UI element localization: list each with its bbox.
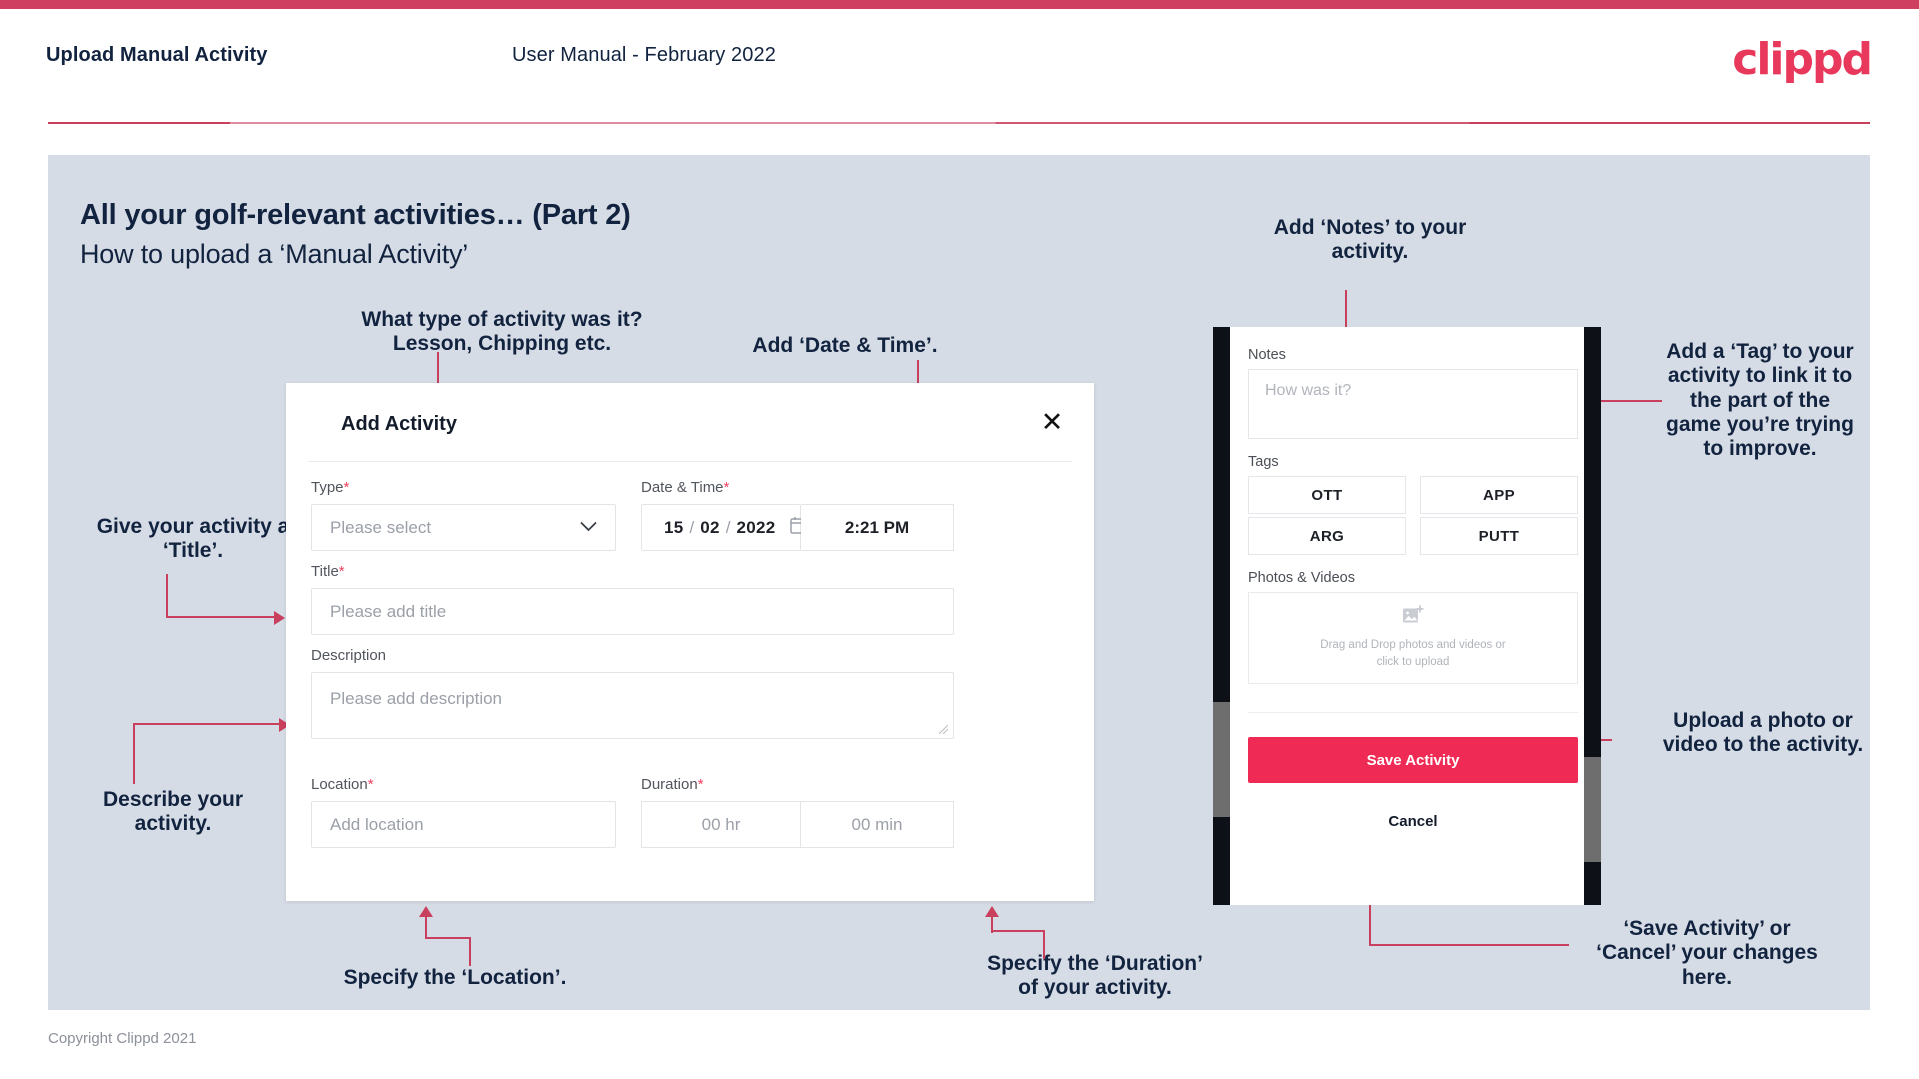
notes-input[interactable]: How was it? — [1248, 369, 1578, 439]
annotation-notes: Add ‘Notes’ to your activity. — [1273, 216, 1467, 264]
connector-title-arrow — [274, 611, 285, 625]
title-required-asterisk: * — [338, 563, 345, 580]
connector-dur-v2 — [991, 917, 993, 933]
connector-loc-v1 — [469, 938, 471, 966]
date-day: 15 — [664, 517, 684, 537]
photo-dropzone[interactable]: Drag and Drop photos and videos or click… — [1248, 592, 1578, 684]
phone-divider — [1248, 712, 1578, 713]
phone-mockup: Notes How was it? Tags OTT APP ARG PUTT … — [1213, 327, 1601, 905]
duration-required-asterisk: * — [697, 776, 704, 793]
connector-dur-v1 — [1043, 931, 1045, 959]
save-activity-button[interactable]: Save Activity — [1248, 737, 1578, 783]
add-image-icon — [1402, 605, 1424, 630]
location-input[interactable]: Add location — [311, 801, 616, 848]
phone-volume-button — [1213, 702, 1230, 817]
annotation-upload: Upload a photo or video to the activity. — [1662, 709, 1864, 757]
tag-ott[interactable]: OTT — [1248, 476, 1406, 514]
title-label-text: Title — [311, 563, 339, 580]
connector-desc-h — [133, 723, 281, 725]
duration-hours-input[interactable]: 00 hr — [641, 801, 801, 848]
date-month: 02 — [700, 517, 720, 537]
dialog-divider — [308, 461, 1072, 462]
dialog-title: Add Activity — [341, 413, 457, 435]
resize-grip-icon[interactable] — [938, 724, 949, 735]
phone-left-edge — [1213, 327, 1230, 905]
datetime-label: Date & Time* — [641, 479, 729, 496]
tag-putt[interactable]: PUTT — [1420, 517, 1578, 555]
header-left-title: Upload Manual Activity — [46, 44, 268, 66]
connector-desc-v — [133, 724, 135, 784]
date-input[interactable]: 15 / 02 / 2022 — [641, 504, 807, 551]
date-sep-1: / — [689, 517, 695, 537]
notes-label: Notes — [1248, 347, 1286, 363]
connector-loc-h — [425, 937, 471, 939]
footer-copyright: Copyright Clippd 2021 — [48, 1030, 197, 1047]
connector-loc-arrow — [419, 906, 433, 917]
close-icon[interactable]: ✕ — [1035, 405, 1069, 439]
add-activity-dialog: Add Activity ✕ Type* Please select Date … — [286, 383, 1094, 901]
annotation-location: Specify the ‘Location’. — [343, 966, 567, 989]
page-title: All your golf-relevant activities… (Part… — [80, 199, 631, 231]
connector-dur-arrow — [985, 906, 999, 917]
chevron-down-icon[interactable] — [580, 520, 597, 535]
cancel-button[interactable]: Cancel — [1248, 807, 1578, 835]
tag-arg[interactable]: ARG — [1248, 517, 1406, 555]
clippd-logo: clippd — [1732, 34, 1873, 85]
type-placeholder: Please select — [330, 517, 432, 537]
title-placeholder: Please add title — [330, 601, 447, 621]
title-input[interactable]: Please add title — [311, 588, 954, 635]
location-label: Location* — [311, 776, 374, 793]
duration-minutes-input[interactable]: 00 min — [801, 801, 954, 848]
date-sep-2: / — [725, 517, 731, 537]
type-select[interactable]: Please select — [311, 504, 616, 551]
slide-page: Upload Manual Activity User Manual - Feb… — [0, 0, 1919, 1079]
type-label: Type* — [311, 479, 349, 496]
location-placeholder: Add location — [330, 814, 424, 834]
title-label: Title* — [311, 563, 345, 580]
connector-dur-h — [991, 930, 1045, 932]
annotation-description: Describe your activity. — [102, 788, 244, 836]
header-divider — [48, 122, 1870, 124]
annotation-tags: Add a ‘Tag’ to your activity to link it … — [1666, 340, 1854, 461]
type-label-text: Type — [311, 479, 344, 496]
annotation-save-cancel: ‘Save Activity’ or ‘Cancel’ your changes… — [1596, 917, 1818, 989]
phone-screen: Notes How was it? Tags OTT APP ARG PUTT … — [1230, 327, 1584, 905]
description-placeholder: Please add description — [330, 689, 503, 708]
annotation-datetime: Add ‘Date & Time’. — [752, 334, 938, 357]
annotation-type: What type of activity was it? Lesson, Ch… — [361, 308, 643, 356]
date-year: 2022 — [736, 517, 776, 537]
duration-label: Duration* — [641, 776, 704, 793]
date-value-group: 15 / 02 / 2022 — [642, 516, 807, 539]
page-subtitle: How to upload a ‘Manual Activity’ — [80, 239, 469, 269]
notes-placeholder: How was it? — [1265, 382, 1352, 399]
tag-app[interactable]: APP — [1420, 476, 1578, 514]
time-input[interactable]: 2:21 PM — [801, 504, 954, 551]
description-textarea[interactable]: Please add description — [311, 672, 954, 739]
annotation-duration: Specify the ‘Duration’ of your activity. — [987, 952, 1203, 1000]
connector-sc-h — [1369, 944, 1569, 946]
top-accent-bar — [0, 0, 1919, 9]
description-label: Description — [311, 647, 386, 664]
connector-loc-v2 — [425, 917, 427, 939]
phone-power-button — [1584, 757, 1601, 862]
connector-title-h — [166, 616, 276, 618]
dropzone-text: Drag and Drop photos and videos or click… — [1320, 638, 1506, 668]
location-label-text: Location — [311, 776, 368, 793]
tags-label: Tags — [1248, 454, 1279, 470]
photos-label: Photos & Videos — [1248, 570, 1355, 586]
description-label-text: Description — [311, 647, 387, 664]
connector-tags-h1 — [1595, 400, 1662, 402]
type-required-asterisk: * — [343, 479, 350, 496]
connector-title-v — [166, 574, 168, 618]
header-center-title: User Manual - February 2022 — [512, 44, 776, 66]
location-required-asterisk: * — [367, 776, 374, 793]
datetime-required-asterisk: * — [723, 479, 730, 496]
duration-label-text: Duration — [641, 776, 698, 793]
datetime-label-text: Date & Time — [641, 479, 724, 496]
